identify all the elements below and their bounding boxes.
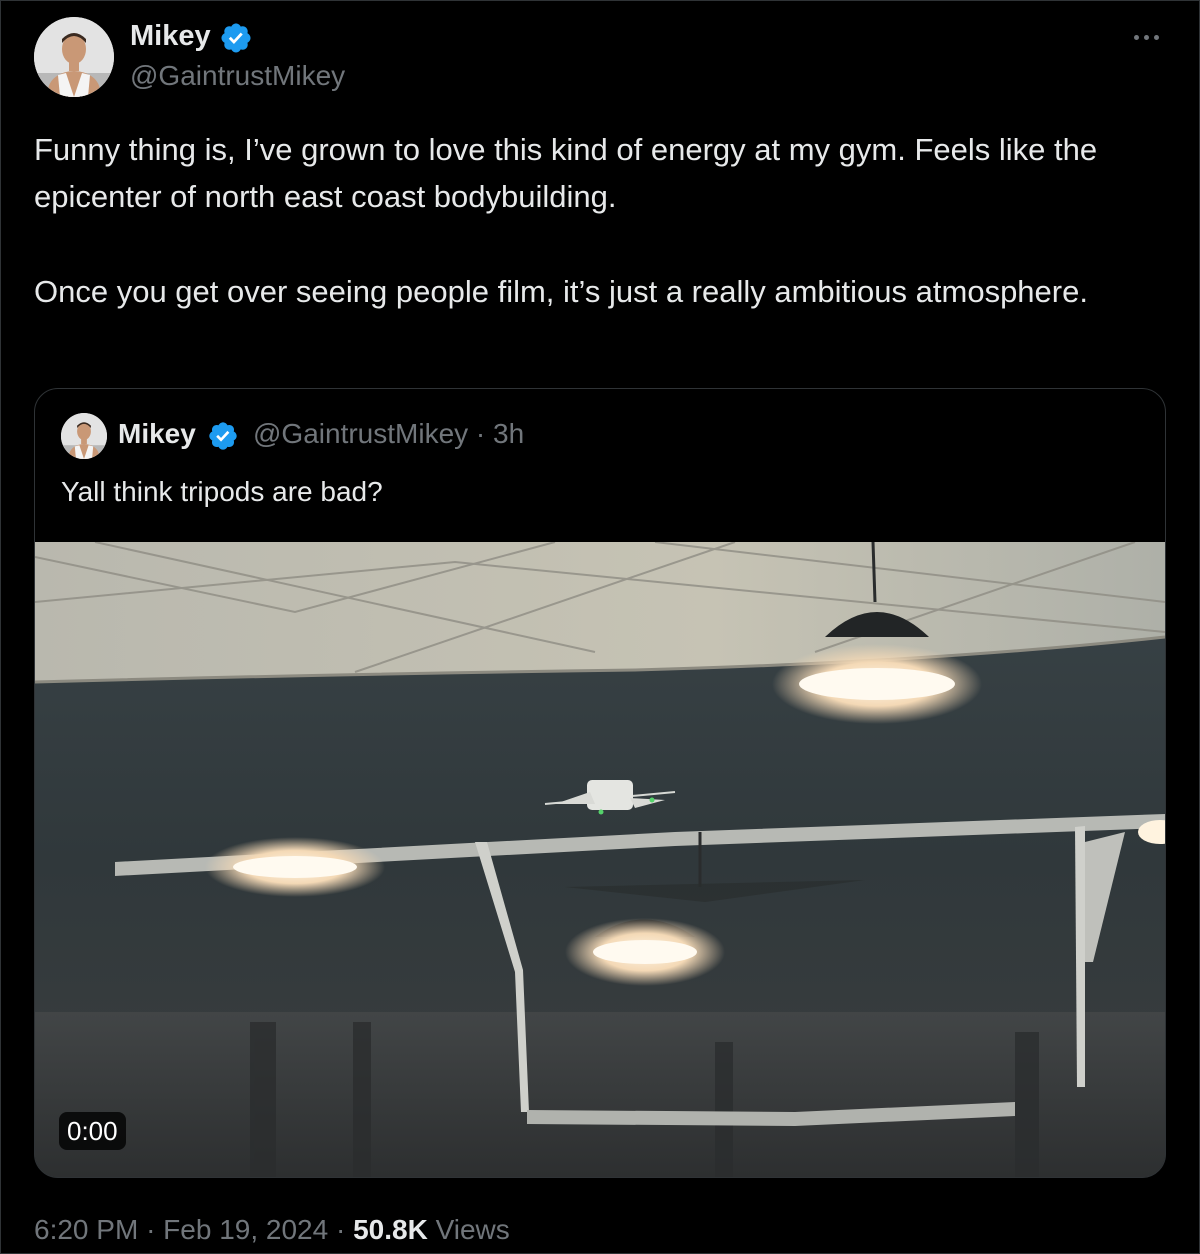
author-handle[interactable]: @GaintrustMikey: [130, 58, 345, 94]
tweet-paragraph: Funny thing is, I’ve grown to love this …: [34, 132, 1098, 214]
verified-badge-icon: [221, 23, 251, 53]
author-name[interactable]: Mikey: [130, 18, 211, 54]
tweet-text: Funny thing is, I’ve grown to love this …: [34, 126, 1174, 315]
quoted-author-handle: @GaintrustMikey · 3h: [253, 418, 525, 449]
quoted-tweet-card[interactable]: Mikey @GaintrustMikey · 3h Yall think tr…: [34, 388, 1166, 1178]
separator: ·: [335, 1214, 346, 1245]
video-duration-badge: 0:00: [59, 1112, 126, 1150]
tweet-paragraph: Once you get over seeing people film, it…: [34, 274, 1088, 309]
author-avatar[interactable]: [34, 17, 114, 97]
tweet-meta: 6:20 PM · Feb 19, 2024 · 50.8K Views: [34, 1212, 510, 1248]
video-player[interactable]: 0:00: [35, 542, 1165, 1177]
tweet-time[interactable]: 6:20 PM: [34, 1214, 138, 1245]
video-frame: [35, 542, 1165, 1177]
quoted-tweet-text: Yall think tripods are bad?: [61, 476, 383, 507]
views-label: Views: [435, 1214, 510, 1245]
views-count[interactable]: 50.8K: [353, 1214, 428, 1245]
verified-badge-icon: [209, 422, 237, 450]
tweet-date[interactable]: Feb 19, 2024: [163, 1214, 328, 1245]
quoted-author-name: Mikey: [118, 418, 196, 449]
separator: ·: [146, 1214, 156, 1245]
more-options-icon[interactable]: [1124, 20, 1168, 56]
quoted-author-avatar: [61, 413, 107, 459]
